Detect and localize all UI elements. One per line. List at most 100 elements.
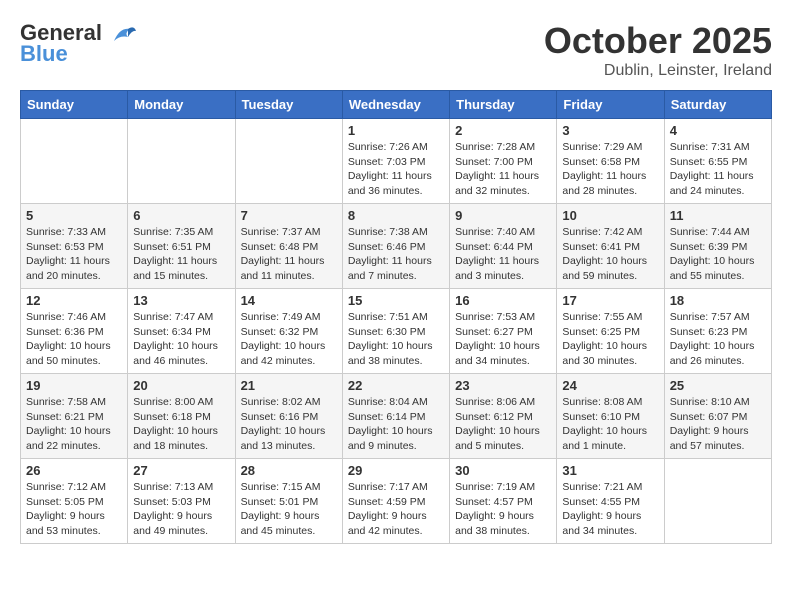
day-number: 5: [26, 208, 122, 223]
table-row: 12 Sunrise: 7:46 AM Sunset: 6:36 PM Dayli…: [21, 289, 128, 374]
day-info: Sunrise: 7:33 AM Sunset: 6:53 PM Dayligh…: [26, 225, 122, 284]
day-number: 3: [562, 123, 658, 138]
table-row: 3 Sunrise: 7:29 AM Sunset: 6:58 PM Daylig…: [557, 119, 664, 204]
logo-bird-icon: [110, 23, 138, 45]
header-sunday: Sunday: [21, 91, 128, 119]
table-row: 28 Sunrise: 7:15 AM Sunset: 5:01 PM Dayli…: [235, 459, 342, 544]
title-section: October 2025 Dublin, Leinster, Ireland: [544, 20, 772, 80]
day-number: 16: [455, 293, 551, 308]
day-info: Sunrise: 7:37 AM Sunset: 6:48 PM Dayligh…: [241, 225, 337, 284]
table-row: 16 Sunrise: 7:53 AM Sunset: 6:27 PM Dayli…: [450, 289, 557, 374]
day-number: 31: [562, 463, 658, 478]
day-info: Sunrise: 8:08 AM Sunset: 6:10 PM Dayligh…: [562, 395, 658, 454]
table-row: 6 Sunrise: 7:35 AM Sunset: 6:51 PM Daylig…: [128, 204, 235, 289]
day-number: 30: [455, 463, 551, 478]
header-thursday: Thursday: [450, 91, 557, 119]
table-row: 25 Sunrise: 8:10 AM Sunset: 6:07 PM Dayli…: [664, 374, 771, 459]
table-row: 22Sunrise: 8:04 AM Sunset: 6:14 PM Dayli…: [342, 374, 449, 459]
table-row: 19 Sunrise: 7:58 AM Sunset: 6:21 PM Dayli…: [21, 374, 128, 459]
day-info: Sunrise: 8:00 AM Sunset: 6:18 PM Dayligh…: [133, 395, 229, 454]
table-row: 1Sunrise: 7:26 AM Sunset: 7:03 PM Daylig…: [342, 119, 449, 204]
table-row: 20 Sunrise: 8:00 AM Sunset: 6:18 PM Dayli…: [128, 374, 235, 459]
day-info: Sunrise: 7:31 AM Sunset: 6:55 PM Dayligh…: [670, 140, 766, 199]
table-row: 21 Sunrise: 8:02 AM Sunset: 6:16 PM Dayli…: [235, 374, 342, 459]
table-row: 10 Sunrise: 7:42 AM Sunset: 6:41 PM Dayli…: [557, 204, 664, 289]
day-number: 8: [348, 208, 444, 223]
day-info: Sunrise: 7:29 AM Sunset: 6:58 PM Dayligh…: [562, 140, 658, 199]
table-row: 13Sunrise: 7:47 AM Sunset: 6:34 PM Dayli…: [128, 289, 235, 374]
day-number: 6: [133, 208, 229, 223]
day-info: Sunrise: 8:06 AM Sunset: 6:12 PM Dayligh…: [455, 395, 551, 454]
table-row: 4Sunrise: 7:31 AM Sunset: 6:55 PM Daylig…: [664, 119, 771, 204]
day-number: 13: [133, 293, 229, 308]
day-info: Sunrise: 7:15 AM Sunset: 5:01 PM Dayligh…: [241, 480, 337, 539]
month-title: October 2025: [544, 20, 772, 62]
day-info: Sunrise: 7:51 AM Sunset: 6:30 PM Dayligh…: [348, 310, 444, 369]
table-row: 29 Sunrise: 7:17 AM Sunset: 4:59 PM Dayli…: [342, 459, 449, 544]
table-row: 11 Sunrise: 7:44 AM Sunset: 6:39 PM Dayli…: [664, 204, 771, 289]
day-number: 23: [455, 378, 551, 393]
day-number: 7: [241, 208, 337, 223]
day-info: Sunrise: 7:44 AM Sunset: 6:39 PM Dayligh…: [670, 225, 766, 284]
table-row: 17Sunrise: 7:55 AM Sunset: 6:25 PM Dayli…: [557, 289, 664, 374]
table-row: 14 Sunrise: 7:49 AM Sunset: 6:32 PM Dayli…: [235, 289, 342, 374]
weekday-header-row: Sunday Monday Tuesday Wednesday Thursday…: [21, 91, 772, 119]
calendar-week-row: 5 Sunrise: 7:33 AM Sunset: 6:53 PM Daylig…: [21, 204, 772, 289]
table-row: 23 Sunrise: 8:06 AM Sunset: 6:12 PM Dayli…: [450, 374, 557, 459]
table-row: [128, 119, 235, 204]
logo: General Blue: [20, 20, 138, 67]
day-info: Sunrise: 7:35 AM Sunset: 6:51 PM Dayligh…: [133, 225, 229, 284]
day-number: 29: [348, 463, 444, 478]
header-saturday: Saturday: [664, 91, 771, 119]
day-number: 19: [26, 378, 122, 393]
day-info: Sunrise: 7:53 AM Sunset: 6:27 PM Dayligh…: [455, 310, 551, 369]
day-number: 22: [348, 378, 444, 393]
day-number: 28: [241, 463, 337, 478]
table-row: [664, 459, 771, 544]
day-number: 20: [133, 378, 229, 393]
day-number: 14: [241, 293, 337, 308]
day-number: 11: [670, 208, 766, 223]
day-number: 15: [348, 293, 444, 308]
header-friday: Friday: [557, 91, 664, 119]
day-info: Sunrise: 7:58 AM Sunset: 6:21 PM Dayligh…: [26, 395, 122, 454]
table-row: 27 Sunrise: 7:13 AM Sunset: 5:03 PM Dayli…: [128, 459, 235, 544]
day-info: Sunrise: 7:12 AM Sunset: 5:05 PM Dayligh…: [26, 480, 122, 539]
day-number: 2: [455, 123, 551, 138]
day-info: Sunrise: 7:21 AM Sunset: 4:55 PM Dayligh…: [562, 480, 658, 539]
day-info: Sunrise: 7:57 AM Sunset: 6:23 PM Dayligh…: [670, 310, 766, 369]
table-row: 18Sunrise: 7:57 AM Sunset: 6:23 PM Dayli…: [664, 289, 771, 374]
table-row: [235, 119, 342, 204]
table-row: 15 Sunrise: 7:51 AM Sunset: 6:30 PM Dayli…: [342, 289, 449, 374]
day-info: Sunrise: 7:40 AM Sunset: 6:44 PM Dayligh…: [455, 225, 551, 284]
day-info: Sunrise: 7:38 AM Sunset: 6:46 PM Dayligh…: [348, 225, 444, 284]
calendar-week-row: 26 Sunrise: 7:12 AM Sunset: 5:05 PM Dayli…: [21, 459, 772, 544]
day-number: 17: [562, 293, 658, 308]
day-number: 25: [670, 378, 766, 393]
table-row: 26 Sunrise: 7:12 AM Sunset: 5:05 PM Dayli…: [21, 459, 128, 544]
day-info: Sunrise: 7:46 AM Sunset: 6:36 PM Dayligh…: [26, 310, 122, 369]
table-row: 5 Sunrise: 7:33 AM Sunset: 6:53 PM Daylig…: [21, 204, 128, 289]
table-row: 9 Sunrise: 7:40 AM Sunset: 6:44 PM Daylig…: [450, 204, 557, 289]
header-tuesday: Tuesday: [235, 91, 342, 119]
day-number: 26: [26, 463, 122, 478]
day-number: 12: [26, 293, 122, 308]
day-info: Sunrise: 8:02 AM Sunset: 6:16 PM Dayligh…: [241, 395, 337, 454]
day-info: Sunrise: 7:49 AM Sunset: 6:32 PM Dayligh…: [241, 310, 337, 369]
day-number: 9: [455, 208, 551, 223]
calendar-week-row: 19 Sunrise: 7:58 AM Sunset: 6:21 PM Dayli…: [21, 374, 772, 459]
day-info: Sunrise: 7:13 AM Sunset: 5:03 PM Dayligh…: [133, 480, 229, 539]
day-info: Sunrise: 8:10 AM Sunset: 6:07 PM Dayligh…: [670, 395, 766, 454]
table-row: 30Sunrise: 7:19 AM Sunset: 4:57 PM Dayli…: [450, 459, 557, 544]
day-number: 27: [133, 463, 229, 478]
table-row: 8 Sunrise: 7:38 AM Sunset: 6:46 PM Daylig…: [342, 204, 449, 289]
day-info: Sunrise: 7:17 AM Sunset: 4:59 PM Dayligh…: [348, 480, 444, 539]
day-info: Sunrise: 7:42 AM Sunset: 6:41 PM Dayligh…: [562, 225, 658, 284]
calendar-week-row: 12 Sunrise: 7:46 AM Sunset: 6:36 PM Dayli…: [21, 289, 772, 374]
day-number: 10: [562, 208, 658, 223]
day-number: 21: [241, 378, 337, 393]
calendar-table: Sunday Monday Tuesday Wednesday Thursday…: [20, 90, 772, 544]
header-monday: Monday: [128, 91, 235, 119]
day-info: Sunrise: 7:26 AM Sunset: 7:03 PM Dayligh…: [348, 140, 444, 199]
day-info: Sunrise: 7:28 AM Sunset: 7:00 PM Dayligh…: [455, 140, 551, 199]
